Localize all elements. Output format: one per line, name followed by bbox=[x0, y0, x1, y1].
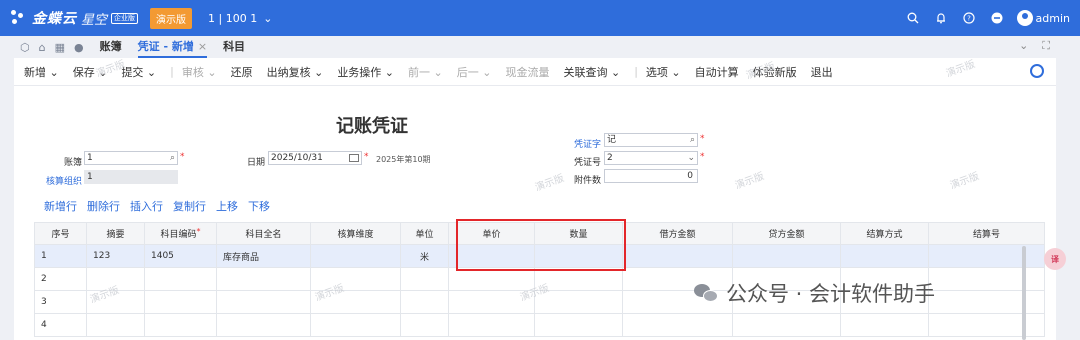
page-title: 记账凭证 bbox=[336, 116, 408, 137]
wechat-icon bbox=[694, 282, 720, 304]
voucher-no-field[interactable]: 2 ⌄ bbox=[604, 151, 698, 165]
move-down-button[interactable]: 下移 bbox=[248, 198, 270, 214]
toolbar-next[interactable]: 后一 ⌄ bbox=[457, 64, 492, 80]
chevron-down-icon: ⌄ bbox=[263, 11, 273, 25]
move-up-button[interactable]: 上移 bbox=[216, 198, 238, 214]
date-label: 日期 bbox=[247, 158, 266, 168]
user-name: admin bbox=[1035, 11, 1070, 25]
tab-voucher-label: 凭证 - 新增 bbox=[137, 40, 194, 53]
wechat-watermark: 公众号 · 会计软件助手 bbox=[694, 278, 935, 308]
tab-voucher-new[interactable]: 凭证 - 新增 × bbox=[137, 36, 208, 58]
search-icon[interactable]: ⌕ bbox=[170, 152, 175, 164]
toolbar-exit[interactable]: 退出 bbox=[811, 64, 833, 80]
add-row-button[interactable]: 新增行 bbox=[44, 198, 77, 214]
watermark: 演示版 bbox=[733, 171, 766, 192]
toolbar-save[interactable]: 保存 ⌄ bbox=[73, 64, 108, 80]
toolbar: 新增 ⌄ 保存 ⌄ 提交 ⌄ | 审核 ⌄ 还原 出纳复核 ⌄ 业务操作 ⌄ 前… bbox=[14, 58, 1056, 86]
highlight-box bbox=[456, 219, 626, 271]
logo: 金蝶云 星空 企业版 bbox=[10, 8, 139, 28]
col-seq[interactable]: 序号 bbox=[34, 222, 87, 245]
col-settle-method[interactable]: 结算方式 bbox=[840, 222, 929, 245]
toolbar-cashier-review[interactable]: 出纳复核 ⌄ bbox=[267, 64, 324, 80]
table-row[interactable]: 4 bbox=[34, 313, 1045, 337]
chevron-down-icon[interactable]: ⌄ bbox=[687, 152, 695, 164]
tenant-switcher[interactable]: 1 | 100 1 ⌄ bbox=[208, 12, 272, 25]
toolbar-prev[interactable]: 前一 ⌄ bbox=[408, 64, 443, 80]
toolbar-business-ops[interactable]: 业务操作 ⌄ bbox=[337, 64, 394, 80]
grid-icon[interactable]: ▦ bbox=[55, 41, 65, 54]
toolbar-audit[interactable]: 审核 ⌄ bbox=[182, 64, 217, 80]
settings-gear-icon[interactable] bbox=[1030, 64, 1044, 78]
col-unit[interactable]: 单位 bbox=[400, 222, 449, 245]
demo-badge: 演示版 bbox=[150, 7, 193, 29]
book-field[interactable]: 1 ⌕ bbox=[84, 151, 178, 165]
top-bar: 金蝶云 星空 企业版 演示版 1 | 100 1 ⌄ ? admin bbox=[0, 0, 1080, 36]
voucher-word-label: 凭证字 bbox=[574, 140, 602, 150]
chat-icon[interactable]: ● bbox=[74, 41, 84, 54]
logo-mark-icon bbox=[10, 9, 28, 27]
search-icon[interactable] bbox=[905, 10, 921, 26]
toolbar-submit[interactable]: 提交 ⌄ bbox=[121, 64, 156, 80]
col-debit[interactable]: 借方金额 bbox=[622, 222, 733, 245]
tenant-label: 1 | 100 1 bbox=[208, 11, 258, 25]
org-label: 核算组织 bbox=[46, 177, 83, 187]
tab-ledger[interactable]: 账簿 bbox=[100, 36, 122, 58]
voucher-no-label: 凭证号 bbox=[574, 158, 602, 168]
collapse-icon[interactable]: ⌄ bbox=[1019, 39, 1028, 53]
col-settle-no[interactable]: 结算号 bbox=[928, 222, 1045, 245]
fullscreen-icon[interactable]: ⛶ bbox=[1042, 39, 1050, 53]
user-menu[interactable]: admin bbox=[1016, 10, 1070, 26]
org-field: 1 bbox=[84, 170, 178, 184]
tab-account[interactable]: 科目 bbox=[223, 36, 245, 58]
delete-row-button[interactable]: 删除行 bbox=[87, 198, 120, 214]
calendar-icon[interactable] bbox=[349, 154, 359, 162]
watermark: 演示版 bbox=[533, 173, 566, 194]
toolbar-auto-calc[interactable]: 自动计算 bbox=[695, 64, 739, 80]
col-account-code[interactable]: 科目编码* bbox=[144, 222, 217, 245]
row-actions: 新增行 删除行 插入行 复制行 上移 下移 bbox=[44, 198, 270, 214]
col-summary[interactable]: 摘要 bbox=[86, 222, 145, 245]
avatar bbox=[1016, 10, 1033, 26]
insert-row-button[interactable]: 插入行 bbox=[130, 198, 163, 214]
copy-row-button[interactable]: 复制行 bbox=[173, 198, 206, 214]
tab-bar: ⬡ ⌂ ▦ ● 账簿 凭证 - 新增 × 科目 ⌄ ⛶ bbox=[0, 36, 1080, 58]
col-account-name[interactable]: 科目全名 bbox=[216, 222, 311, 245]
toolbar-related-query[interactable]: 关联查询 ⌄ bbox=[563, 64, 620, 80]
home-icon[interactable]: ⌂ bbox=[39, 41, 46, 54]
date-field[interactable]: 2025/10/31 bbox=[268, 151, 362, 165]
book-label: 账簿 bbox=[64, 158, 83, 168]
voucher-word-field[interactable]: 记 ⌕ bbox=[604, 133, 698, 147]
close-icon[interactable]: × bbox=[198, 40, 207, 53]
watermark: 演示版 bbox=[948, 171, 981, 192]
toolbar-new-version[interactable]: 体验新版 bbox=[753, 64, 797, 80]
translate-icon[interactable]: 译 bbox=[1044, 248, 1066, 270]
toolbar-cash-flow[interactable]: 现金流量 bbox=[505, 64, 549, 80]
logo-subtitle: 星空 bbox=[81, 12, 108, 28]
attach-field[interactable]: 0 bbox=[604, 169, 698, 183]
minus-circle-icon[interactable] bbox=[989, 10, 1005, 26]
svg-text:?: ? bbox=[967, 15, 971, 23]
period-note: 2025年第10期 bbox=[376, 155, 431, 164]
bell-icon[interactable] bbox=[933, 10, 949, 26]
toolbar-restore[interactable]: 还原 bbox=[231, 64, 253, 80]
toolbar-options[interactable]: 选项 ⌄ bbox=[646, 64, 681, 80]
col-credit[interactable]: 贷方金额 bbox=[732, 222, 841, 245]
help-icon[interactable]: ? bbox=[961, 10, 977, 26]
logo-text: 金蝶云 bbox=[32, 11, 77, 27]
col-dimension[interactable]: 核算维度 bbox=[310, 222, 401, 245]
search-icon[interactable]: ⌕ bbox=[690, 134, 695, 146]
toolbar-new[interactable]: 新增 ⌄ bbox=[24, 64, 59, 80]
grid-scrollbar[interactable] bbox=[1022, 246, 1026, 340]
edition-badge: 企业版 bbox=[111, 12, 139, 24]
wechat-text: 公众号 · 会计软件助手 bbox=[726, 282, 936, 306]
cube-icon[interactable]: ⬡ bbox=[20, 41, 30, 54]
attach-label: 附件数 bbox=[574, 176, 602, 186]
